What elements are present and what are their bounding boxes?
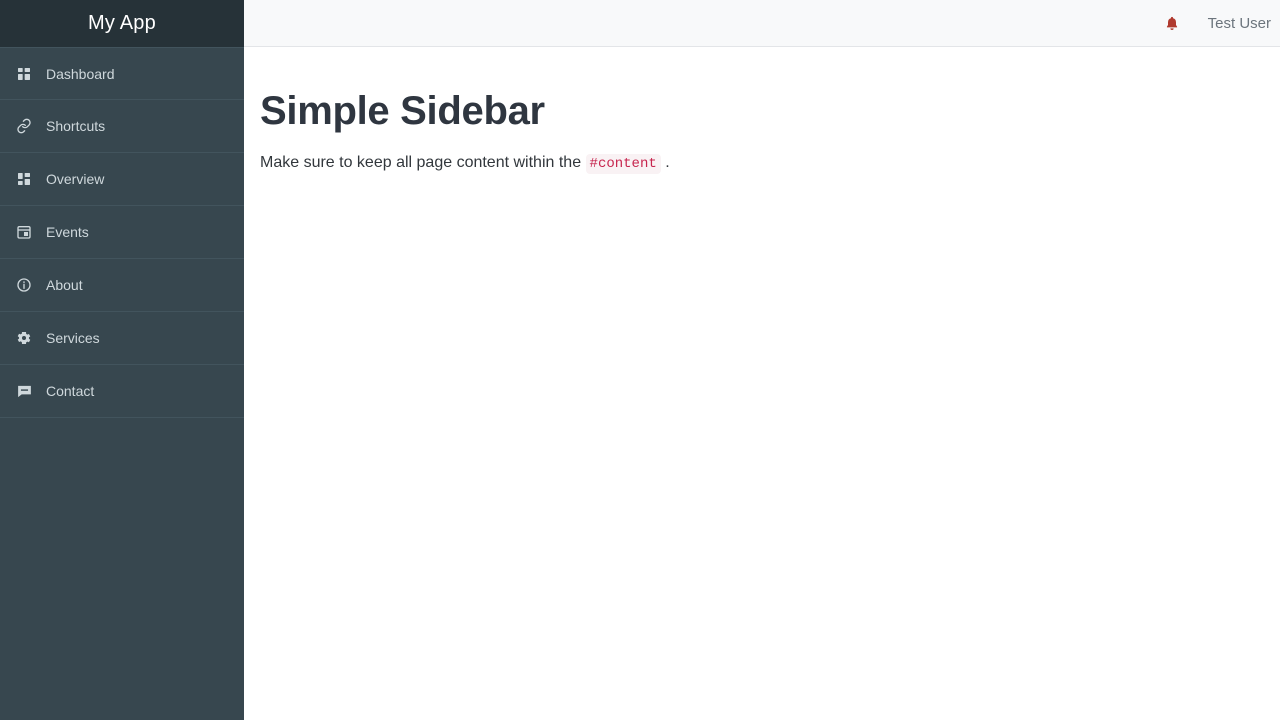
- page-title: Simple Sidebar: [260, 89, 545, 133]
- sidebar-brand-label: My App: [88, 12, 156, 34]
- info-circle-icon: [14, 275, 34, 295]
- main-content: Simple Sidebar Make sure to keep all pag…: [244, 47, 1280, 720]
- sidebar-item-contact[interactable]: Contact: [0, 365, 244, 418]
- gear-icon: [14, 328, 34, 348]
- content-note: Make sure to keep all page content withi…: [260, 151, 1256, 175]
- sidebar-item-label: Dashboard: [46, 65, 115, 82]
- sidebar-item-events[interactable]: Events: [0, 206, 244, 259]
- sidebar-item-overview[interactable]: Overview: [0, 153, 244, 206]
- dashboard-icon: [14, 169, 34, 189]
- sidebar-item-label: About: [46, 277, 83, 293]
- grid-icon: [14, 64, 34, 84]
- sidebar-item-label: Shortcuts: [46, 118, 106, 134]
- sidebar-item-label: Contact: [46, 383, 95, 399]
- link-icon: [14, 116, 34, 136]
- sidebar: My App Dashboard Shortcuts Overview Even…: [0, 0, 244, 720]
- sidebar-item-services[interactable]: Services: [0, 312, 244, 365]
- sidebar-item-dashboard[interactable]: Dashboard: [0, 47, 244, 100]
- content-note-period: .: [665, 154, 670, 171]
- sidebar-item-label: Services: [46, 330, 100, 346]
- content-note-text: Make sure to keep all page content withi…: [260, 154, 582, 171]
- app-root: My App Dashboard Shortcuts Overview Even…: [0, 0, 1280, 720]
- sidebar-nav: Dashboard Shortcuts Overview Events Abou…: [0, 47, 244, 418]
- page-container: Test User Simple Sidebar Make sure to ke…: [244, 0, 1280, 720]
- topbar: Test User: [244, 0, 1280, 47]
- bell-icon[interactable]: [1158, 9, 1186, 37]
- user-menu[interactable]: Test User: [1208, 15, 1271, 32]
- sidebar-item-label: Overview: [46, 171, 105, 187]
- sidebar-item-label: Events: [46, 224, 89, 240]
- chat-bubble-icon: [14, 381, 34, 401]
- content-id-code: #content: [585, 154, 661, 174]
- calendar-icon: [14, 222, 34, 242]
- sidebar-item-shortcuts[interactable]: Shortcuts: [0, 100, 244, 153]
- sidebar-brand[interactable]: My App: [0, 0, 244, 47]
- sidebar-item-about[interactable]: About: [0, 259, 244, 312]
